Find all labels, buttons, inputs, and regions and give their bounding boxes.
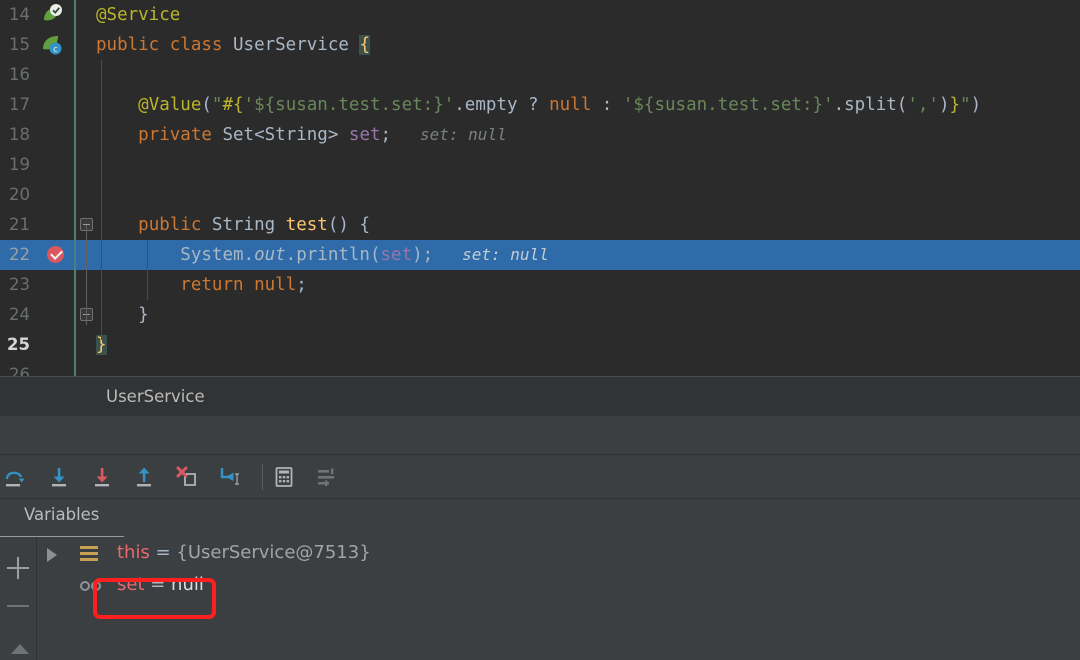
line-number: 19 (9, 155, 30, 174)
line-number: 17 (9, 95, 30, 114)
frames-strip (0, 416, 1080, 455)
line-number: 26 (9, 365, 30, 376)
toolbar-separator (262, 464, 263, 490)
svg-text:c: c (53, 45, 58, 55)
variable-value: null (171, 574, 204, 595)
vcs-change-marker (74, 0, 76, 30)
variable-name: this (117, 542, 150, 563)
variable-value: {UserService@7513} (176, 542, 371, 563)
vcs-change-marker (74, 150, 76, 180)
code-line[interactable]: 17 @Value("#{'${susan.test.set:}'.empty … (0, 90, 1080, 120)
variable-row[interactable]: this = {UserService@7513} (37, 537, 1080, 569)
code-line[interactable]: 21 public String test() { (0, 210, 1080, 240)
code-line[interactable]: 26 (0, 360, 1080, 376)
line-number: 15 (9, 35, 30, 54)
step-out-icon[interactable] (130, 463, 158, 491)
code-text: } (138, 305, 149, 325)
variables-tree[interactable]: this = {UserService@7513} set = null (37, 537, 1080, 660)
line-number: 21 (9, 215, 30, 234)
line-number: 16 (9, 65, 30, 84)
code-text: public String test() { (138, 215, 370, 235)
step-over-icon[interactable] (2, 463, 30, 491)
spring-component-icon[interactable]: c (40, 33, 64, 57)
code-text: System.out.println(set); set: null (180, 245, 549, 265)
idea-debugger-window: 14 @Service 15 c public class UserService {1… (0, 0, 1080, 660)
vcs-change-marker (74, 120, 76, 150)
tab-variables[interactable]: Variables (18, 505, 105, 531)
variable-text: this = {UserService@7513} (117, 537, 371, 569)
breakpoint-icon[interactable] (47, 246, 64, 263)
vcs-change-marker (74, 60, 76, 90)
drop-frame-icon[interactable] (173, 463, 201, 491)
vcs-change-marker (74, 270, 76, 300)
code-text: private Set<String> set; set: null (138, 125, 507, 145)
code-line[interactable]: 19 (0, 150, 1080, 180)
fold-connector-line (86, 225, 87, 325)
variable-equals: = (144, 574, 172, 595)
settings-layout-icon[interactable] (313, 463, 341, 491)
vcs-change-marker (74, 180, 76, 210)
variables-tabs-row[interactable]: Variables (0, 499, 1080, 538)
line-number: 23 (9, 275, 30, 294)
code-text: @Value("#{'${susan.test.set:}'.empty ? n… (138, 95, 982, 115)
debugger-pane: Variables this = {UserService@7513} set =… (0, 416, 1080, 660)
code-lines[interactable]: 14 @Service 15 c public class UserService {1… (0, 0, 1080, 376)
vcs-change-marker (74, 240, 76, 270)
breadcrumb-bar: UserService (0, 376, 1080, 417)
scroll-up-arrow-icon[interactable] (11, 644, 29, 654)
variable-row[interactable]: set = null (37, 569, 1080, 601)
vcs-change-marker (74, 360, 76, 376)
expand-arrow-icon[interactable] (47, 548, 57, 562)
force-step-into-icon[interactable] (88, 463, 116, 491)
code-text: @Service (96, 5, 181, 25)
fields-icon (80, 546, 98, 561)
code-text: return null; (180, 275, 307, 295)
code-line[interactable]: 20 (0, 180, 1080, 210)
code-text: public class UserService { (96, 35, 370, 55)
vcs-change-marker (74, 210, 76, 240)
vcs-change-marker (74, 330, 76, 360)
line-number: 20 (9, 185, 30, 204)
inline-debug-hint: set: null (391, 125, 507, 144)
indent-guide (147, 240, 148, 300)
code-line[interactable]: 23 return null; (0, 270, 1080, 300)
line-number: 24 (9, 305, 30, 324)
line-number: 22 (9, 245, 30, 264)
variables-action-strip[interactable] (0, 537, 36, 660)
line-number: 14 (9, 5, 30, 24)
code-line[interactable]: 24 } (0, 300, 1080, 330)
vcs-change-marker (74, 300, 76, 330)
evaluate-expression-icon[interactable] (270, 463, 298, 491)
spring-bean-checkmark-icon[interactable] (40, 3, 64, 27)
step-into-icon[interactable] (45, 463, 73, 491)
code-line[interactable]: 22 System.out.println(set); set: null (0, 240, 1080, 270)
variable-equals: = (149, 542, 177, 563)
debugger-toolbar[interactable] (0, 455, 1080, 499)
code-line[interactable]: 18 private Set<String> set; set: null (0, 120, 1080, 150)
variable-name: set (117, 574, 145, 595)
add-watch-button[interactable] (7, 557, 29, 579)
code-editor[interactable]: 14 @Service 15 c public class UserService {1… (0, 0, 1080, 376)
breadcrumb-class[interactable]: UserService (106, 387, 205, 406)
watch-glasses-icon (80, 581, 106, 592)
run-to-cursor-icon[interactable] (216, 463, 244, 491)
vcs-change-marker (74, 30, 76, 60)
code-line[interactable]: 15 c public class UserService { (0, 30, 1080, 60)
remove-watch-button[interactable] (7, 595, 29, 617)
code-line[interactable]: 25} (0, 330, 1080, 360)
inline-debug-hint: set: null (433, 245, 549, 264)
vcs-change-marker (74, 90, 76, 120)
code-line[interactable]: 14 @Service (0, 0, 1080, 30)
code-line[interactable]: 16 (0, 60, 1080, 90)
line-number: 25 (7, 335, 30, 354)
line-number: 18 (9, 125, 30, 144)
indent-guide (101, 60, 102, 340)
variable-text: set = null (117, 569, 204, 601)
